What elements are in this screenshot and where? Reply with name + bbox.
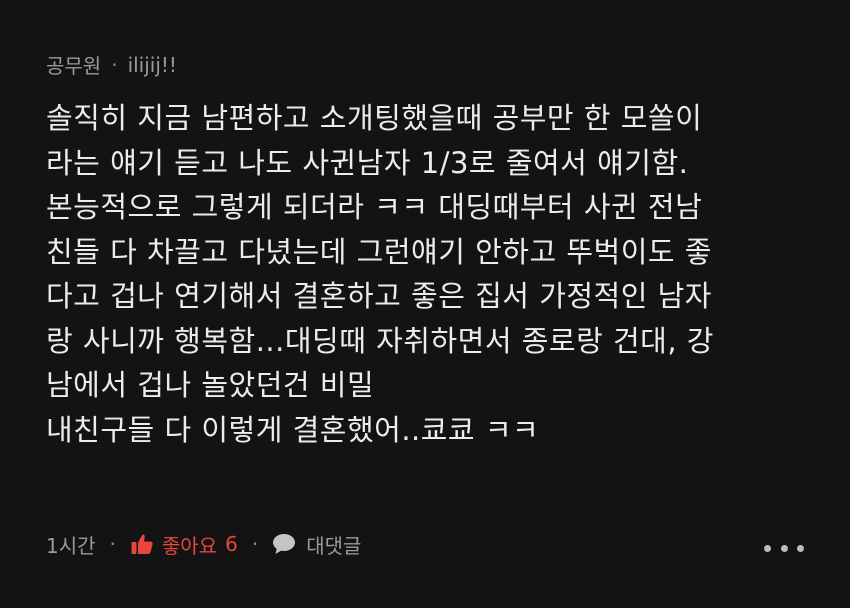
comment-body: 솔직히 지금 남편하고 소개팅했을때 공부만 한 모쏠이 라는 얘기 듣고 나도… [46,96,836,452]
comment-time: 1시간 [46,533,96,558]
comment-line: 랑 사니까 행복함...대딩때 자취하면서 종로랑 건대, 강 [46,323,714,358]
footer-dot: · [109,532,116,556]
author-nickname: ilijij!! [127,52,177,77]
more-dots-icon [797,544,804,552]
comment-line: 남에서 겁나 놀았던건 비밀 [46,368,375,402]
comment-line: 다고 겁나 연기해서 결혼하고 좋은 집서 가정적인 남자 [46,279,712,313]
reply-button[interactable]: 대댓글 [272,530,361,559]
comment-card: 공무원 · ilijij!! 솔직히 지금 남편하고 소개팅했을때 공부만 한 … [0,0,850,608]
comment-line: 라는 얘기 듣고 나도 사귄남자 1/3로 줄여서 얘기함. [46,145,689,180]
more-dots-icon [780,544,788,552]
thumbs-up-icon [131,534,153,554]
comment-line: 친들 다 차끌고 다녔는데 그런얘기 안하고 뚜벅이도 좋 [46,234,712,269]
more-dots-icon [764,544,771,552]
more-options-button[interactable] [764,538,804,558]
speech-bubble-icon [273,534,296,554]
comment-line: 내친구들 다 이렇게 결혼했어..쿄쿄 ㅋㅋ [46,412,540,447]
author-name[interactable]: 공무원 [46,50,101,79]
reply-label: 대댓글 [306,533,362,558]
header-separator: · [111,52,118,77]
comment-header: 공무원 · ilijij!! [46,50,177,79]
like-count: 6 [225,532,238,556]
comment-line: 솔직히 지금 남편하고 소개팅했을때 공부만 한 모쏠이 [46,101,703,135]
comment-footer: 1시간 · 좋아요 6 · 대댓글 [46,527,361,561]
footer-dot: · [251,532,259,556]
like-button[interactable]: 좋아요 6 [130,530,238,559]
like-label: 좋아요 [161,533,218,558]
comment-line: 본능적으로 그렇게 되더라 ㅋㅋ 대딩때부터 사귄 전남 [46,190,703,224]
